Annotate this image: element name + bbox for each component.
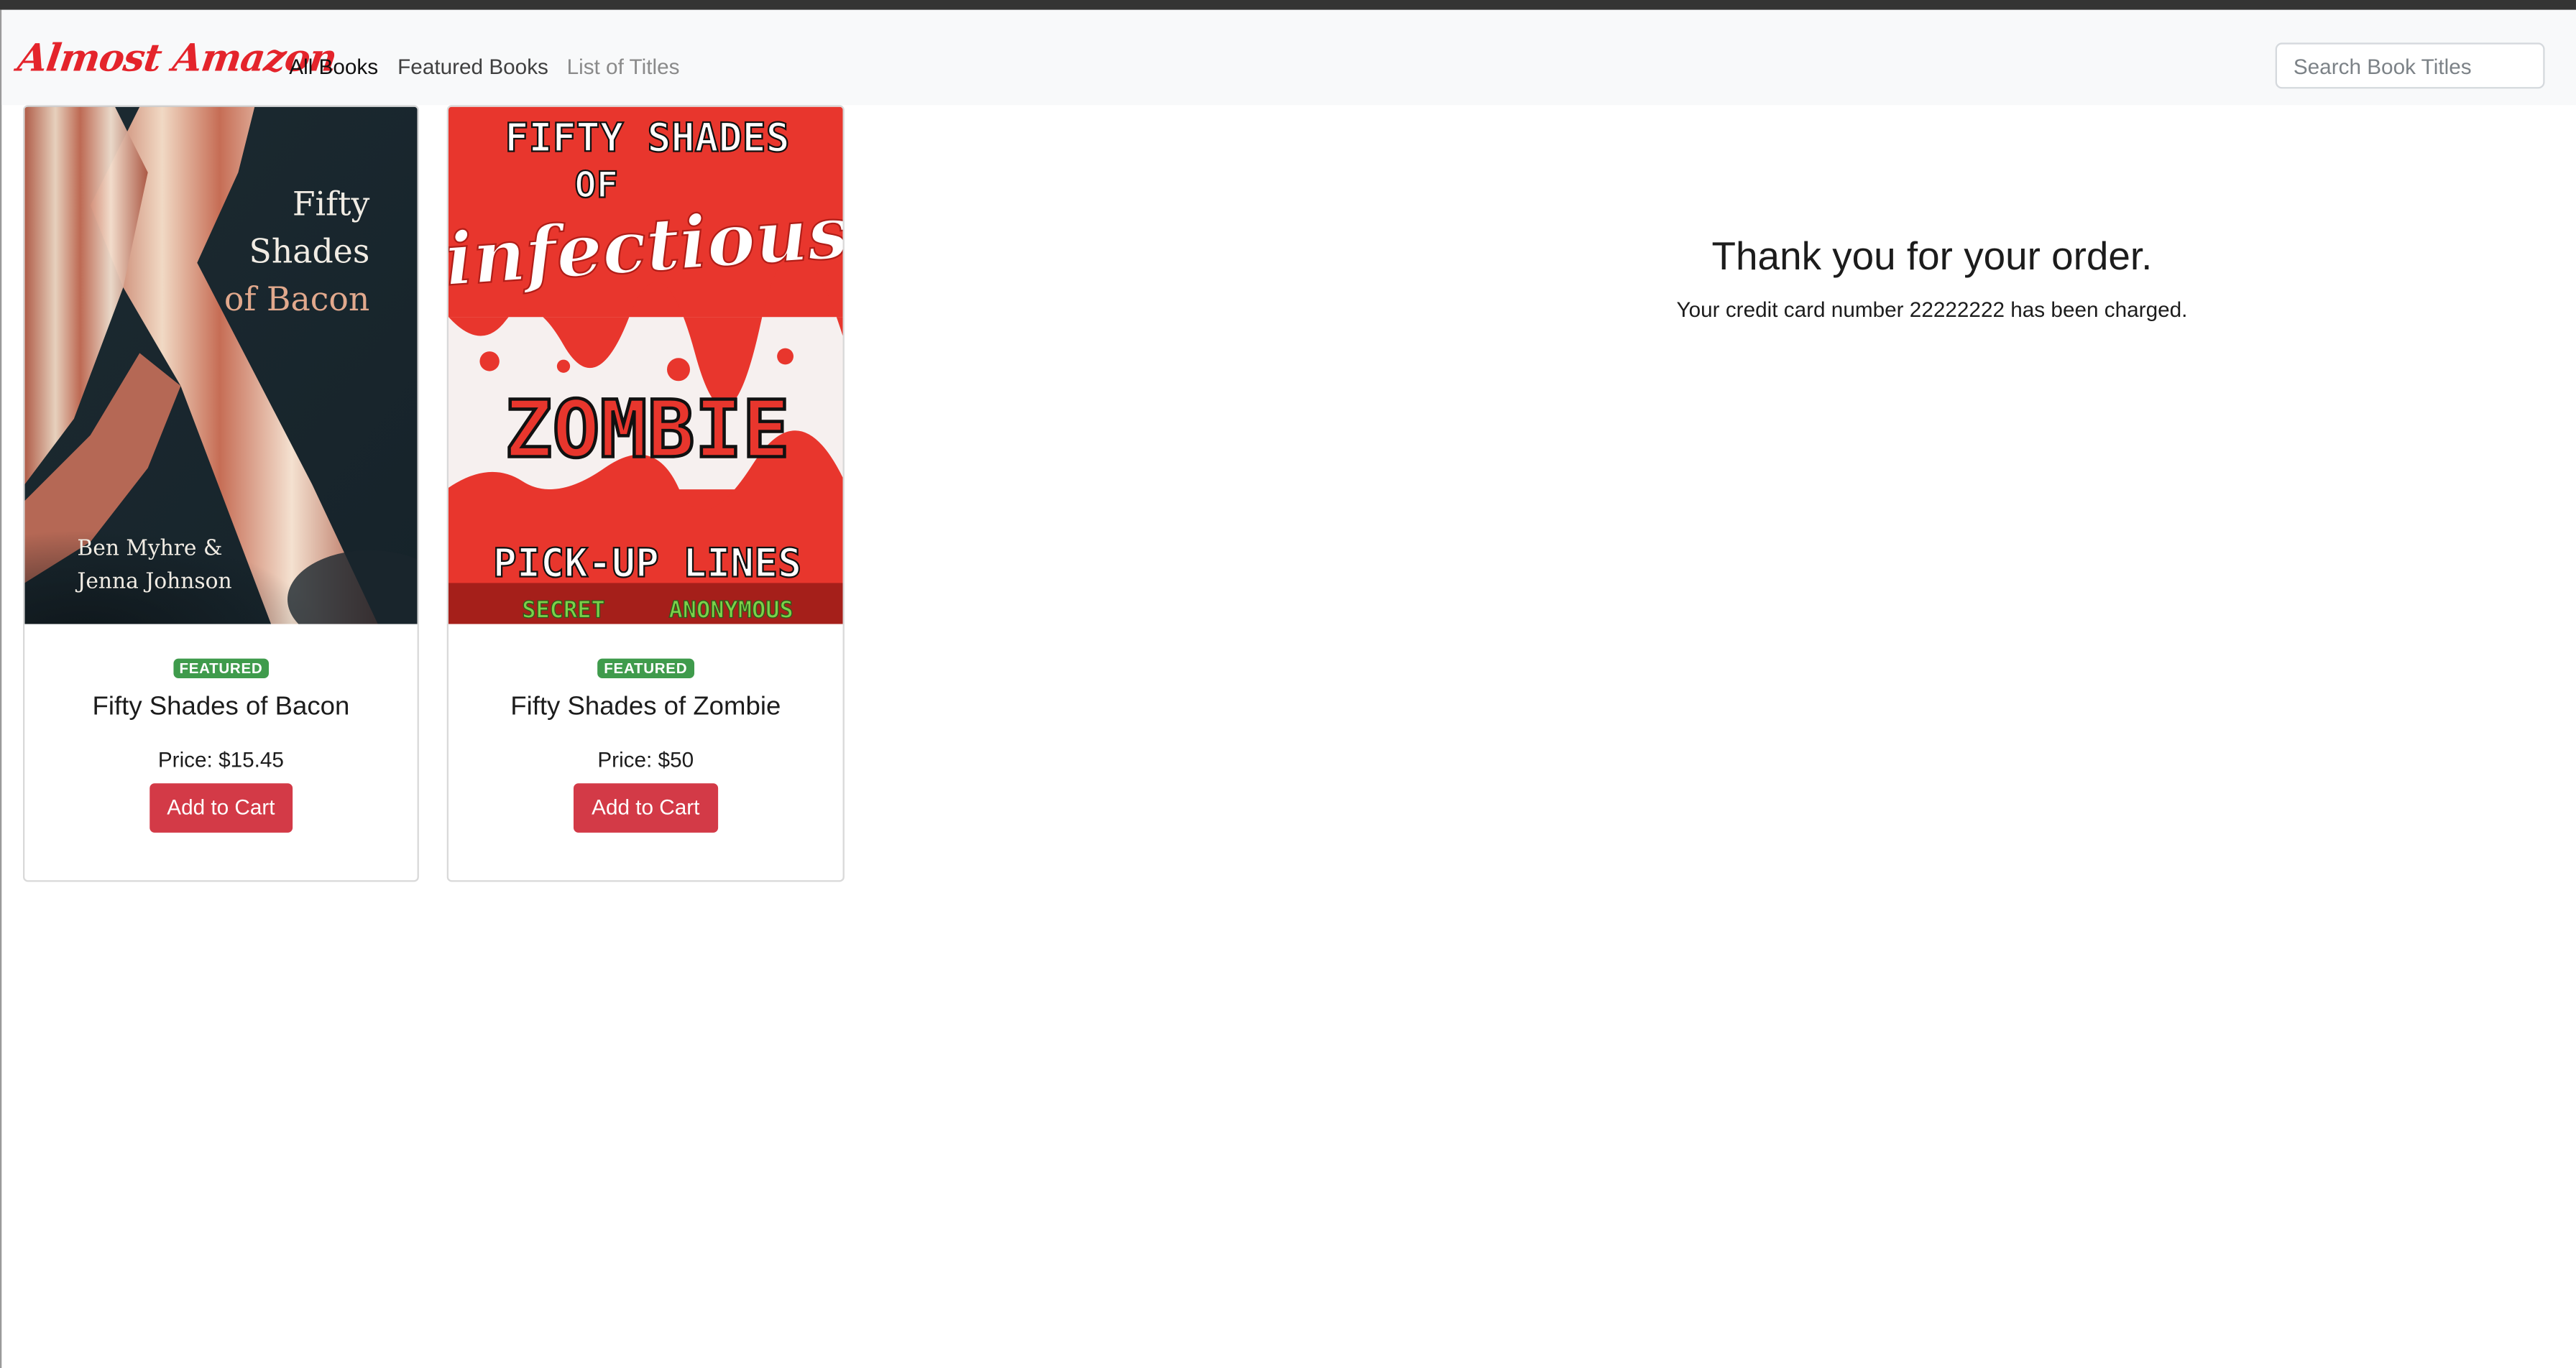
add-to-cart-button[interactable]: Add to Cart	[573, 783, 718, 833]
cover-title-line: Shades	[249, 233, 370, 271]
book-price: Price: $15.45	[157, 747, 284, 772]
nav-link-list-of-titles[interactable]: List of Titles	[567, 54, 680, 78]
nav-link-all-books[interactable]: All Books	[289, 54, 378, 78]
window-left-border	[0, 9, 2, 1368]
cover-author-line: Ben Myhre &	[77, 536, 222, 561]
cover-bottom-line: PICK-UP LINES	[493, 540, 801, 586]
cover-footer-word: SECRET	[522, 596, 605, 623]
featured-badge: FEATURED	[597, 658, 694, 678]
cover-footer-word: ANONYMOUS	[668, 596, 793, 623]
cover-author-line: Jenna Johnson	[75, 568, 231, 593]
add-to-cart-button[interactable]: Add to Cart	[149, 783, 293, 833]
book-cover-image[interactable]: Fifty Shades of Bacon Ben Myhre & Jenna …	[24, 106, 418, 624]
button-wrap: Add to Cart	[448, 783, 843, 833]
book-price: Price: $50	[597, 747, 694, 772]
book-title: Fifty Shades of Bacon	[92, 693, 350, 721]
cover-top-line: OF	[574, 163, 618, 205]
nav-link-featured-books[interactable]: Featured Books	[397, 54, 548, 78]
window-top-strip	[0, 0, 2576, 10]
featured-badge: FEATURED	[172, 658, 270, 678]
order-confirmation-heading: Thank you for your order.	[1711, 234, 2153, 279]
button-wrap: Add to Cart	[24, 783, 417, 833]
cover-big-word: ZOMBIE	[505, 383, 789, 475]
book-card: FIFTY SHADES OF infectious ZOMBIE PICK-U…	[446, 105, 845, 882]
navbar: Almost Amazon All Books Featured Books L…	[1, 9, 2576, 106]
search-input[interactable]	[2275, 42, 2545, 89]
book-card: Fifty Shades of Bacon Ben Myhre & Jenna …	[22, 105, 419, 882]
cover-title-line: of Bacon	[224, 280, 369, 318]
cover-top-line: FIFTY SHADES	[505, 114, 789, 160]
book-title: Fifty Shades of Zombie	[510, 693, 781, 721]
book-cover-image[interactable]: FIFTY SHADES OF infectious ZOMBIE PICK-U…	[448, 106, 843, 624]
page: Almost Amazon All Books Featured Books L…	[0, 0, 2576, 1368]
cover-title-line: Fifty	[293, 185, 370, 223]
order-confirmation-message: Your credit card number 22222222 has bee…	[1676, 297, 2188, 322]
